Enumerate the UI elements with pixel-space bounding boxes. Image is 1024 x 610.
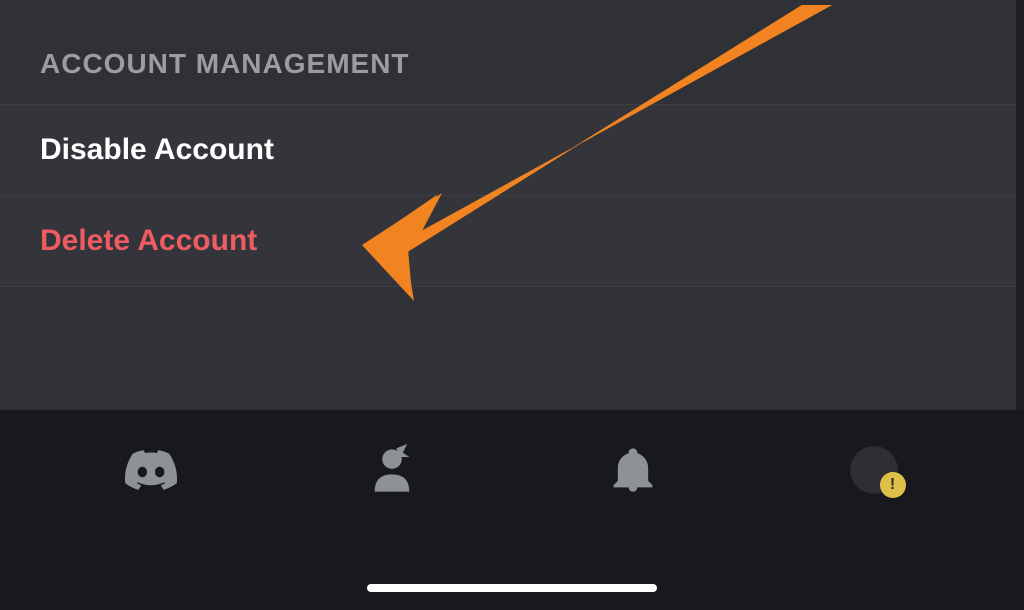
disable-account-button[interactable]: Disable Account <box>0 104 1024 196</box>
delete-account-button[interactable]: Delete Account <box>0 196 1024 287</box>
nav-home[interactable] <box>121 440 181 500</box>
discord-logo-icon <box>125 444 177 496</box>
nav-friends[interactable] <box>362 440 422 500</box>
nav-profile[interactable]: ! <box>844 440 904 500</box>
home-indicator <box>367 584 657 592</box>
nav-notifications[interactable] <box>603 440 663 500</box>
scrollbar-track <box>1016 0 1024 410</box>
notifications-bell-icon <box>607 444 659 496</box>
settings-content: ACCOUNT MANAGEMENT Disable Account Delet… <box>0 0 1024 287</box>
bottom-navigation: ! <box>0 410 1024 610</box>
friends-icon <box>366 444 418 496</box>
alert-badge: ! <box>880 472 906 498</box>
section-header-account-management: ACCOUNT MANAGEMENT <box>0 0 1024 104</box>
